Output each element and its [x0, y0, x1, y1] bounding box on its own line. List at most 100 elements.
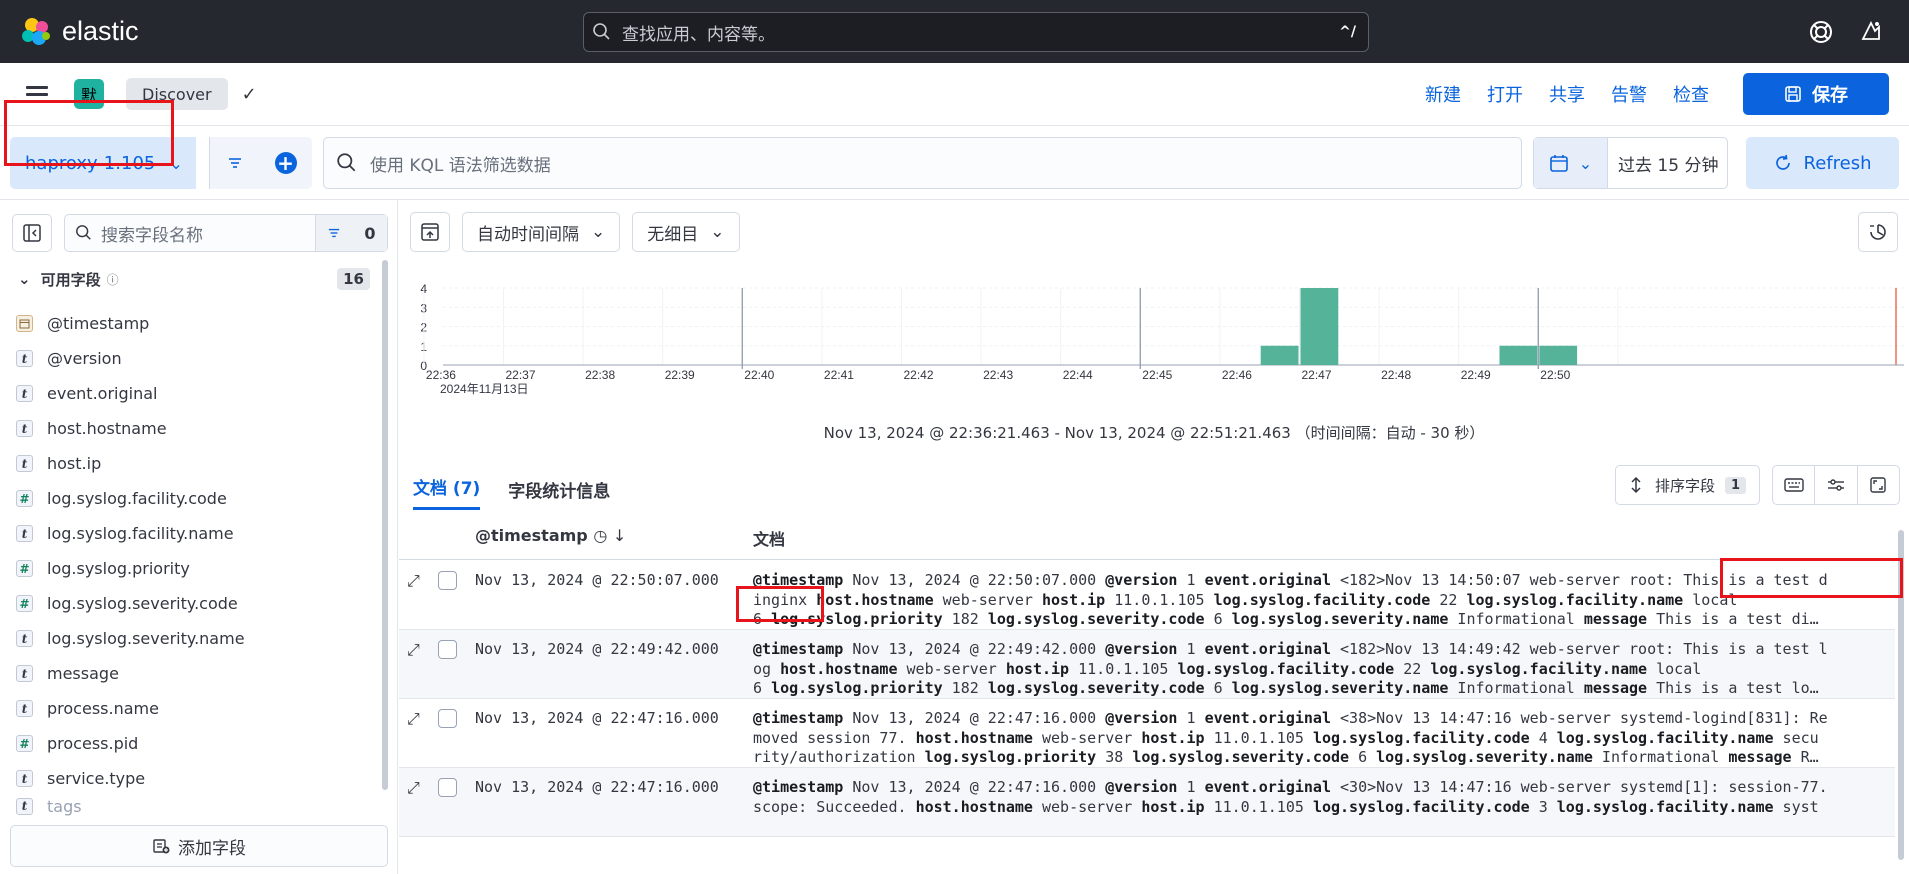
x-axis-date-label: 2024年11月13日: [440, 382, 529, 396]
newsfeed-icon[interactable]: [1858, 19, 1884, 45]
available-fields-header[interactable]: ⌄ 可用字段 ⓘ 16: [18, 266, 370, 292]
tab-field-statistics[interactable]: 字段统计信息: [508, 477, 610, 510]
grid-header: @timestamp ◷ ↓ 文档: [399, 514, 1895, 560]
doc-field-key: @version: [1105, 778, 1178, 796]
doc-field-value: 4: [1529, 728, 1557, 747]
interval-dropdown[interactable]: 自动时间间隔 ⌄: [462, 212, 621, 252]
field-item[interactable]: # log.syslog.severity.code: [16, 586, 380, 621]
field-item[interactable]: # process.pid: [16, 726, 380, 761]
field-item[interactable]: t message: [16, 656, 380, 691]
document-line: og host.hostname web-server host.ip 11.0…: [753, 660, 1885, 680]
field-item[interactable]: t log.syslog.severity.name: [16, 621, 380, 656]
row-checkbox[interactable]: [438, 571, 457, 590]
sort-desc-icon[interactable]: ↓: [613, 526, 626, 545]
search-icon: [337, 153, 356, 172]
field-item[interactable]: t host.hostname: [16, 411, 380, 446]
field-name: tags: [47, 796, 82, 816]
doc-field-value: Informational: [1448, 610, 1584, 628]
field-item[interactable]: t tags: [16, 796, 380, 816]
breakdown-dropdown[interactable]: 无细目 ⌄: [632, 212, 740, 252]
field-item[interactable]: t service.type: [16, 761, 380, 796]
row-checkbox[interactable]: [438, 709, 457, 728]
panel-collapse-icon: [421, 223, 439, 241]
field-item[interactable]: t event.original: [16, 376, 380, 411]
x-tick-label: 22:41: [824, 368, 854, 382]
row-checkbox[interactable]: [438, 778, 457, 797]
document-line: scope: Succeeded. host.hostname web-serv…: [753, 798, 1885, 818]
table-row[interactable]: ⤢ Nov 13, 2024 @ 22:50:07.000 @timestamp N…: [399, 561, 1895, 630]
doc-field-value: 6: [1204, 679, 1232, 697]
field-item[interactable]: # log.syslog.priority: [16, 551, 380, 586]
sidebar-scrollbar[interactable]: [382, 260, 388, 790]
save-button[interactable]: 保存: [1743, 73, 1889, 115]
doc-field-key: @version: [1105, 640, 1178, 658]
table-row[interactable]: ⤢ Nov 13, 2024 @ 22:47:16.000 @timestamp N…: [399, 699, 1895, 768]
keyboard-shortcuts-button[interactable]: [1773, 466, 1816, 504]
x-tick-label: 22:39: [665, 368, 695, 382]
elastic-logo[interactable]: elastic: [20, 16, 139, 48]
expand-icon[interactable]: ⤢: [407, 709, 420, 729]
table-row[interactable]: ⤢ Nov 13, 2024 @ 22:47:16.000 @timestamp N…: [399, 768, 1895, 837]
table-row[interactable]: ⤢ Nov 13, 2024 @ 22:49:42.000 @timestamp N…: [399, 630, 1895, 699]
row-timestamp: Nov 13, 2024 @ 22:47:16.000: [475, 709, 719, 727]
time-picker[interactable]: ⌄ 过去 15 分钟: [1533, 137, 1728, 189]
doc-field-key: message: [1583, 610, 1648, 628]
doc-field-key: host.ip: [1141, 797, 1205, 816]
collapse-sidebar-button[interactable]: [12, 214, 52, 252]
add-field-button[interactable]: 添加字段: [10, 825, 388, 867]
field-item[interactable]: t @version: [16, 341, 380, 376]
field-item[interactable]: t host.ip: [16, 446, 380, 481]
histogram-chart[interactable]: 0123422:3622:3722:3822:3922:4022:4122:42…: [399, 260, 1909, 420]
inspect-link[interactable]: 检查: [1673, 81, 1709, 107]
toggle-chart-button[interactable]: [410, 212, 450, 252]
keyboard-icon: [1783, 478, 1804, 492]
field-search-input[interactable]: 搜索字段名称 0: [64, 214, 388, 252]
global-search-input[interactable]: 查找应用、内容等。 ^/: [583, 12, 1369, 52]
text-type-icon: t: [16, 700, 33, 717]
field-filter-button[interactable]: 0: [315, 215, 387, 251]
column-header-timestamp[interactable]: @timestamp ◷ ↓: [475, 526, 626, 545]
filter-menu-button[interactable]: [209, 137, 259, 189]
text-type-icon: t: [16, 525, 33, 542]
expand-icon[interactable]: ⤢: [407, 778, 420, 798]
display-settings-button[interactable]: [1815, 466, 1858, 504]
share-link[interactable]: 共享: [1549, 81, 1585, 107]
field-item[interactable]: # log.syslog.facility.code: [16, 481, 380, 516]
expand-icon[interactable]: ⤢: [407, 640, 420, 660]
time-range-summary: Nov 13, 2024 @ 22:36:21.463 - Nov 13, 20…: [823, 424, 1485, 442]
x-tick-label: 22:45: [1142, 368, 1172, 382]
open-link[interactable]: 打开: [1487, 81, 1523, 107]
refresh-button[interactable]: Refresh: [1746, 137, 1899, 189]
field-item[interactable]: t process.name: [16, 691, 380, 726]
histogram-bar: [1260, 345, 1299, 365]
row-timestamp: Nov 13, 2024 @ 22:50:07.000: [475, 571, 719, 589]
column-header-document[interactable]: 文档: [753, 526, 785, 550]
add-filter-button[interactable]: +: [259, 137, 312, 189]
expand-icon[interactable]: ⤢: [407, 571, 420, 591]
refresh-icon: [1775, 154, 1790, 170]
doc-field-key: log.syslog.priority: [771, 679, 943, 697]
row-timestamp: Nov 13, 2024 @ 22:49:42.000: [475, 640, 719, 658]
x-tick-label: 22:49: [1461, 368, 1491, 382]
field-item[interactable]: @timestamp: [16, 306, 380, 341]
doc-field-value: This is a test lo…: [1647, 679, 1819, 697]
doc-field-key: event.original: [1204, 778, 1331, 796]
x-tick-label: 22:47: [1301, 368, 1331, 382]
chart-options-button[interactable]: [1858, 212, 1898, 252]
doc-field-key: @timestamp: [753, 640, 844, 658]
quick-select-button[interactable]: ⌄: [1534, 138, 1608, 188]
new-link[interactable]: 新建: [1425, 81, 1461, 107]
field-item[interactable]: t log.syslog.facility.name: [16, 516, 380, 551]
doc-field-value: 1: [1177, 640, 1205, 658]
fullscreen-button[interactable]: [1858, 466, 1899, 504]
discover-main: 自动时间间隔 ⌄ 无细目 ⌄ 0123422:3622:3722:3822:39…: [399, 200, 1909, 874]
tab-documents[interactable]: 文档 (7): [413, 474, 481, 510]
alerts-link[interactable]: 告警: [1611, 81, 1647, 107]
help-icon[interactable]: [1808, 19, 1834, 45]
sort-icon: [1631, 476, 1641, 494]
doc-field-key: host.ip: [1042, 590, 1106, 609]
sort-fields-button[interactable]: 排序字段 1: [1615, 465, 1760, 505]
field-name: host.hostname: [47, 419, 167, 438]
kql-search-input[interactable]: 使用 KQL 语法筛选数据: [323, 137, 1522, 189]
row-checkbox[interactable]: [438, 640, 457, 659]
